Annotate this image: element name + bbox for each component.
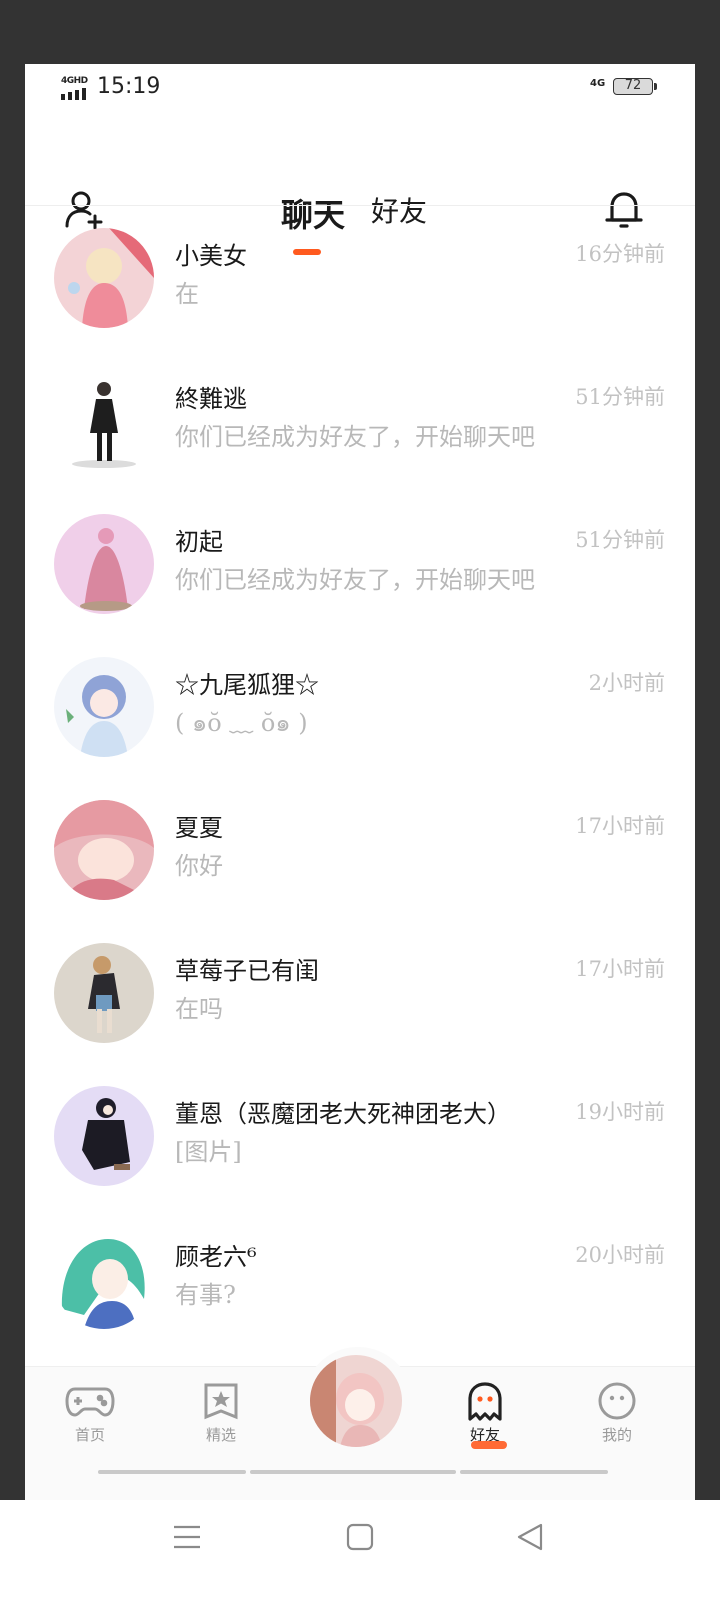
chat-last-message: 你们已经成为好友了，开始聊天吧 [175, 566, 535, 594]
chat-name: 顾老六⁶ [175, 1243, 257, 1271]
scroll-indicator [460, 1470, 608, 1474]
avatar [54, 371, 154, 471]
chat-last-message: 你们已经成为好友了，开始聊天吧 [175, 423, 535, 451]
chat-item[interactable]: 初起 你们已经成为好友了，开始聊天吧 51分钟前 [25, 492, 695, 635]
battery-tip [654, 83, 657, 90]
avatar [54, 514, 154, 614]
chat-item[interactable]: 小美女 在 16分钟前 [25, 206, 695, 349]
chat-item[interactable]: 夏夏 你好 17小时前 [25, 778, 695, 921]
chat-time: 20小时前 [575, 1243, 665, 1267]
chat-name: 終難逃 [175, 385, 247, 413]
home-square-icon[interactable] [345, 1522, 375, 1552]
chat-last-message: 在 [175, 280, 199, 308]
system-nav-bar [0, 1500, 720, 1600]
chat-item[interactable]: 終難逃 你们已经成为好友了，开始聊天吧 51分钟前 [25, 349, 695, 492]
nav-friends[interactable]: 好友 [445, 1381, 525, 1461]
chat-item[interactable]: ☆九尾狐狸☆ ( ๑ŏ ﹏ ŏ๑ ) 2小时前 [25, 635, 695, 778]
face-icon [598, 1382, 636, 1420]
chat-item[interactable]: 顾老六⁶ 有事? 20小时前 [25, 1207, 695, 1350]
chat-name: 初起 [175, 528, 223, 556]
network-type-label: 4GHD [61, 76, 88, 86]
nav-label: 首页 [74, 1426, 105, 1444]
chat-last-message: 你好 [175, 852, 223, 880]
chat-time: 51分钟前 [575, 528, 665, 552]
nav-label: 我的 [601, 1426, 632, 1444]
nav-me[interactable]: 我的 [577, 1381, 657, 1461]
active-nav-indicator [471, 1441, 507, 1449]
avatar [54, 800, 154, 900]
battery-level: 72 [624, 78, 642, 93]
avatar [54, 228, 154, 328]
battery-icon: 72 [613, 78, 653, 95]
chat-last-message: ( ๑ŏ ﹏ ŏ๑ ) [175, 709, 308, 737]
chat-list: 小美女 在 16分钟前 終難逃 你们已经成为好友了，开始聊天吧 51分钟前 初起… [25, 206, 695, 1386]
status-bar: 4GHD 15:19 4G 72 [25, 64, 695, 112]
avatar [54, 1086, 154, 1186]
avatar [54, 1229, 154, 1329]
chat-name: 小美女 [175, 242, 247, 270]
chat-last-message: 有事? [175, 1281, 236, 1309]
chat-time: 51分钟前 [575, 385, 665, 409]
nav-home[interactable]: 首页 [50, 1381, 130, 1461]
chat-time: 17小时前 [575, 957, 665, 981]
chat-name: 夏夏 [175, 814, 223, 842]
nav-featured[interactable]: 精选 [181, 1381, 261, 1461]
signal-indicator: 4GHD [61, 76, 91, 102]
menu-icon[interactable] [172, 1522, 202, 1552]
chat-time: 19小时前 [575, 1100, 665, 1124]
scroll-indicator [250, 1470, 456, 1474]
nav-label: 精选 [205, 1426, 236, 1444]
chat-time: 17小时前 [575, 814, 665, 838]
chat-time: 2小时前 [588, 671, 665, 695]
status-time: 15:19 [97, 74, 161, 99]
chat-name: 董恩（恶魔团老大死神团老大） [175, 1100, 511, 1128]
center-avatar-button[interactable] [310, 1355, 402, 1447]
avatar [54, 657, 154, 757]
chat-name: 草莓子已有闺 [175, 957, 319, 985]
signal-bars-icon [61, 88, 86, 100]
chat-last-message: [图片] [175, 1138, 242, 1166]
chat-name: ☆九尾狐狸☆ [175, 671, 319, 699]
network-4g-label: 4G [590, 78, 606, 89]
ghost-icon [468, 1382, 502, 1421]
chat-time: 16分钟前 [575, 242, 665, 266]
chat-last-message: 在吗 [175, 995, 223, 1023]
chat-item[interactable]: 草莓子已有闺 在吗 17小时前 [25, 921, 695, 1064]
chat-item[interactable]: 董恩（恶魔团老大死神团老大） [图片] 19小时前 [25, 1064, 695, 1207]
avatar [54, 943, 154, 1043]
bottom-nav: 首页 精选 好友 我的 [25, 1347, 695, 1500]
app-screen: 4GHD 15:19 4G 72 聊天 好友 小美女 在 16分钟前 終難逃 你… [25, 64, 695, 1500]
gamepad-icon [65, 1387, 115, 1417]
back-triangle-icon[interactable] [515, 1522, 545, 1552]
scroll-indicator [98, 1470, 246, 1474]
star-badge-icon [204, 1383, 238, 1420]
